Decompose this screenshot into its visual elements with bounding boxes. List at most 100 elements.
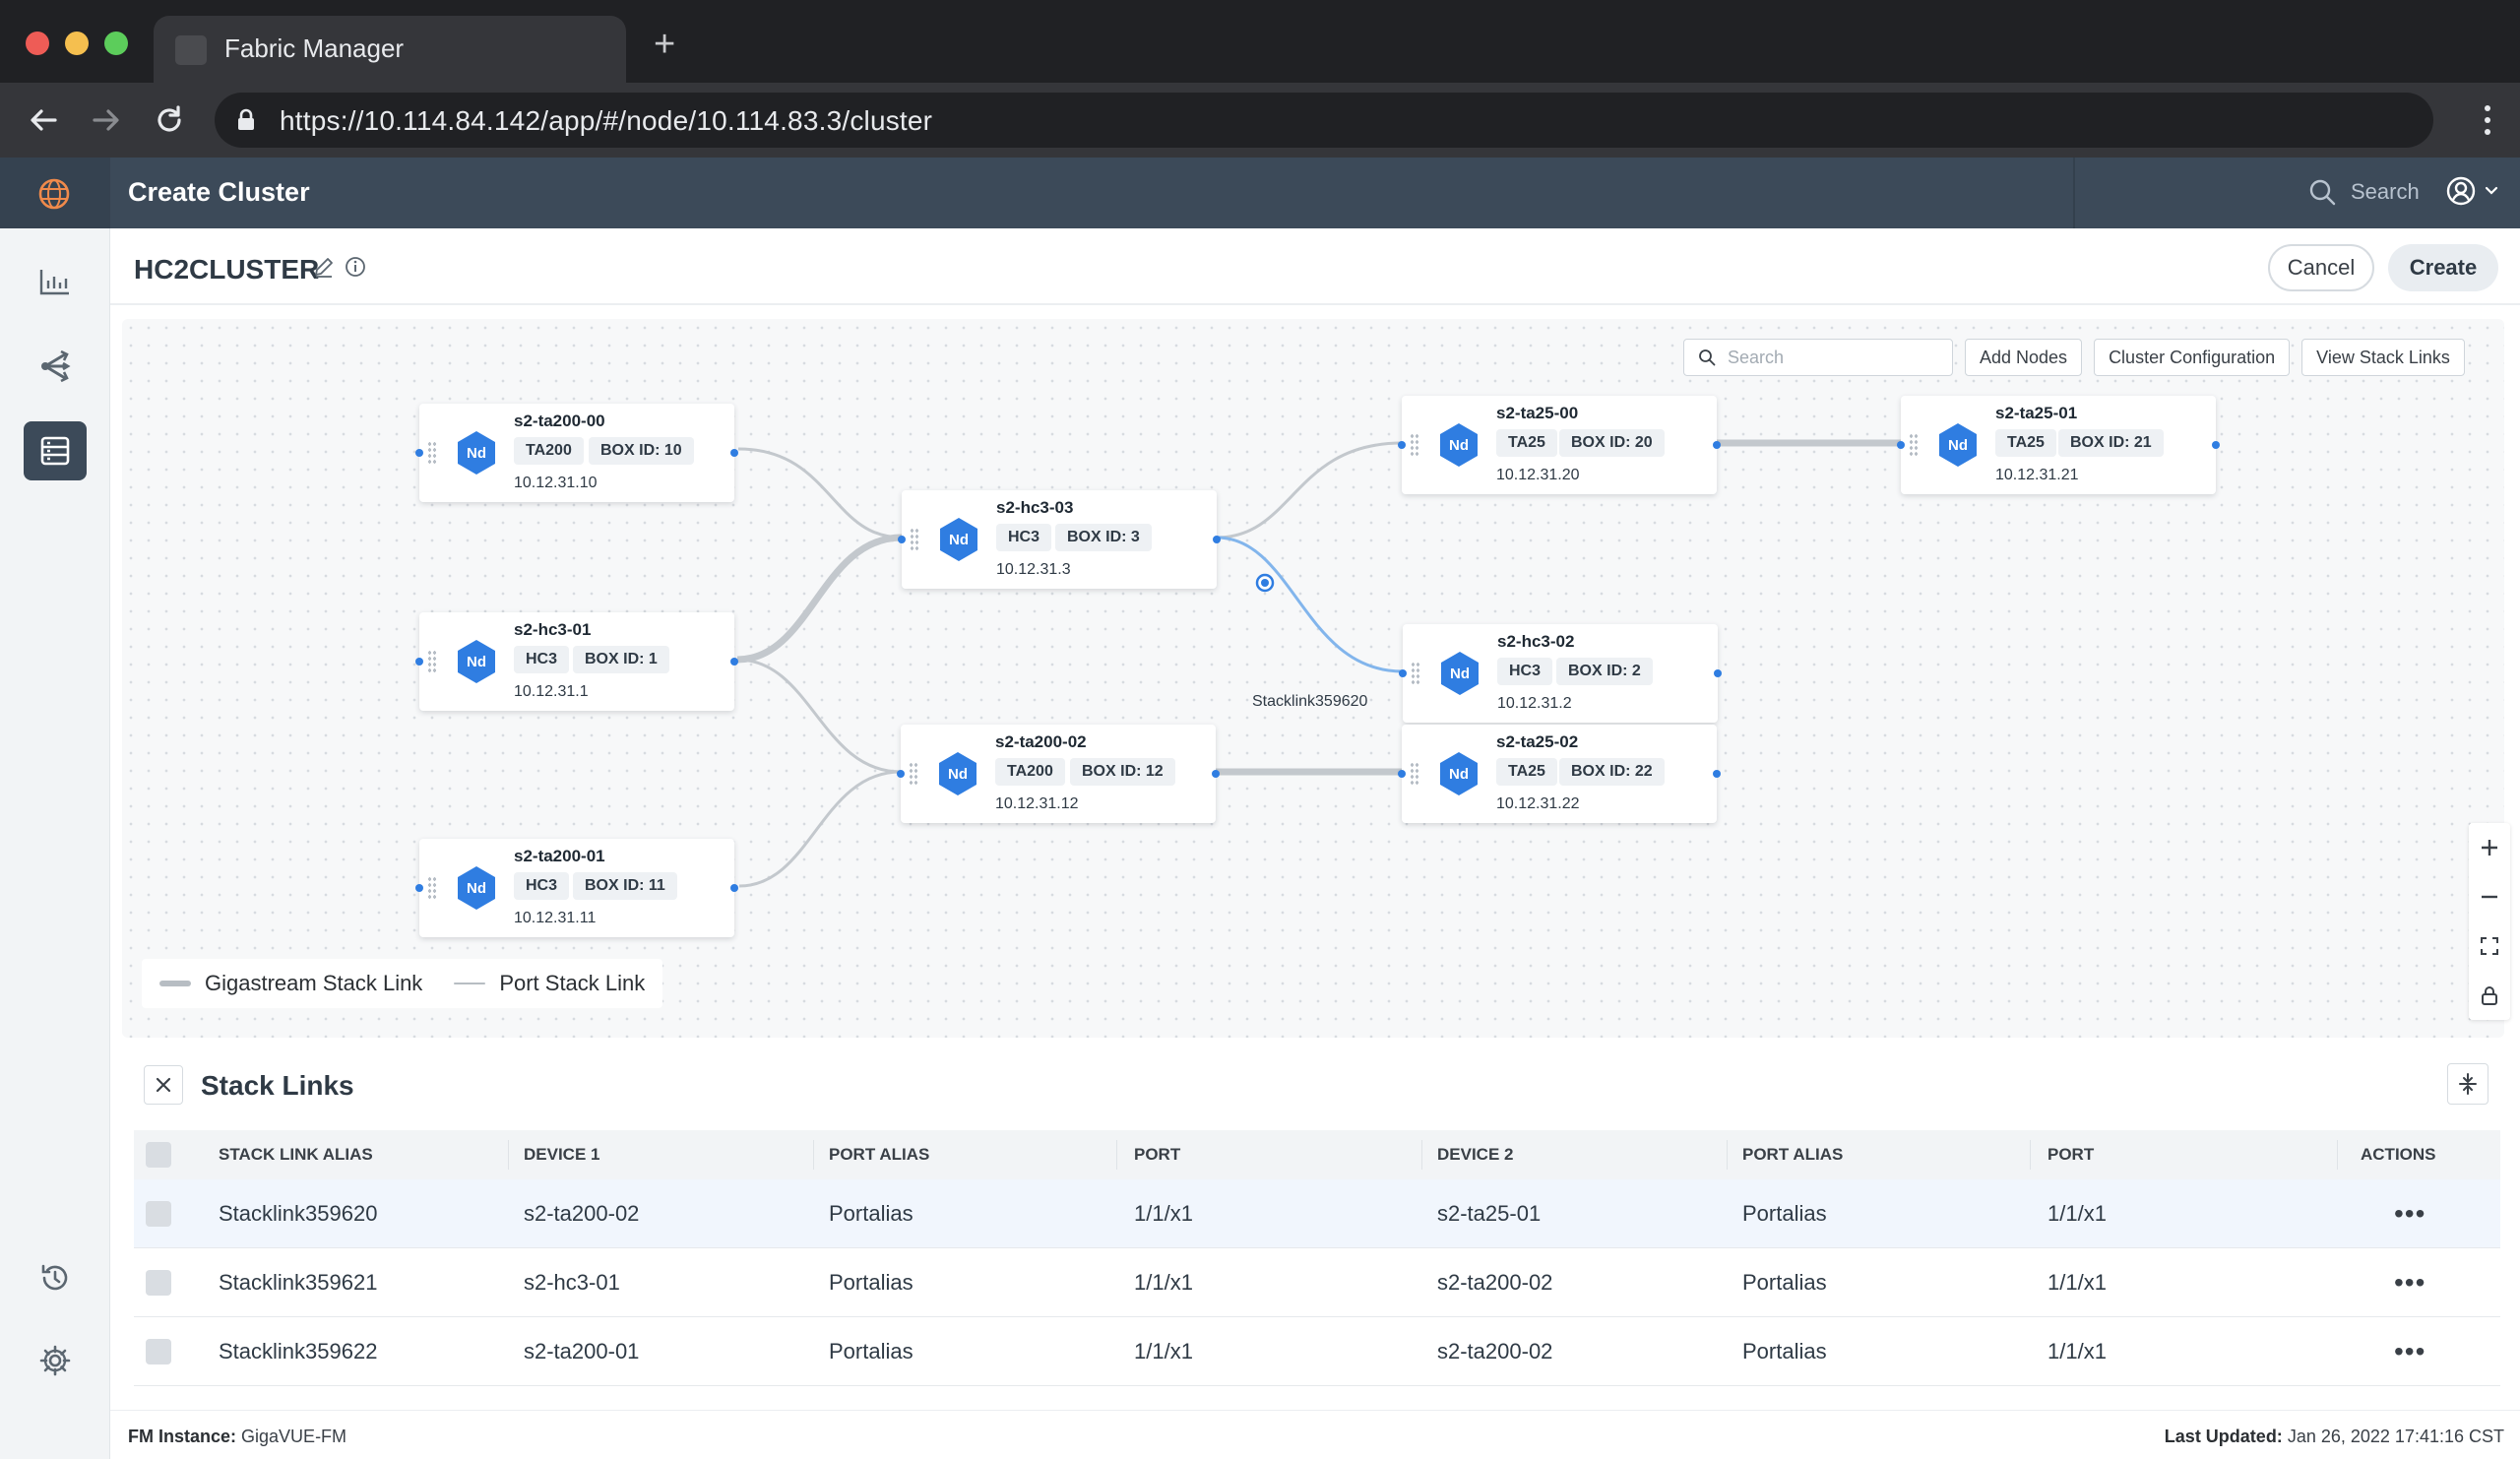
- pencil-edit-icon[interactable]: [313, 256, 335, 278]
- column-divider[interactable]: [813, 1140, 814, 1170]
- node-port-left[interactable]: [415, 449, 423, 457]
- drag-handle-icon[interactable]: [427, 650, 437, 673]
- header-search[interactable]: Search: [2307, 177, 2420, 207]
- node-port-left[interactable]: [415, 884, 423, 892]
- node-port-right[interactable]: [1713, 441, 1721, 449]
- fit-view-button[interactable]: [2469, 921, 2510, 971]
- node-search-box[interactable]: [1683, 339, 1953, 376]
- column-header[interactable]: PORT: [1134, 1130, 1180, 1179]
- sidebar-item-topology[interactable]: [24, 337, 87, 396]
- node-card[interactable]: Nd s2-ta200-02 TA200 BOX ID: 12 10.12.31…: [897, 725, 1220, 823]
- drag-handle-icon[interactable]: [910, 528, 919, 551]
- table-row[interactable]: Stacklink359621 s2-hc3-01 Portalias 1/1/…: [134, 1248, 2500, 1317]
- drag-handle-icon[interactable]: [427, 441, 437, 465]
- port-stack-link[interactable]: [1216, 441, 1403, 539]
- node-card[interactable]: Nd s2-ta25-01 TA25 BOX ID: 21 10.12.31.2…: [1897, 396, 2220, 494]
- column-divider[interactable]: [1727, 1140, 1728, 1170]
- logo-cell[interactable]: [0, 158, 110, 228]
- column-header[interactable]: PORT ALIAS: [829, 1130, 929, 1179]
- topology-canvas[interactable]: Nd s2-ta200-00 TA200 BOX ID: 10 10.12.31…: [122, 319, 2510, 1038]
- add-nodes-button[interactable]: Add Nodes: [1965, 339, 2083, 376]
- drag-handle-icon[interactable]: [1410, 762, 1419, 786]
- sidebar-item-dashboard[interactable]: [24, 252, 87, 311]
- node-card[interactable]: Nd s2-hc3-02 HC3 BOX ID: 2 10.12.31.2: [1399, 624, 1722, 723]
- node-port-left[interactable]: [898, 536, 906, 543]
- close-panel-button[interactable]: [144, 1065, 183, 1105]
- node-port-right[interactable]: [1714, 669, 1722, 677]
- url-bar[interactable]: https://10.114.84.142/app/#/node/10.114.…: [215, 93, 2433, 148]
- column-divider[interactable]: [1421, 1140, 1422, 1170]
- node-port-right[interactable]: [730, 449, 738, 457]
- window-maximize-button[interactable]: [104, 32, 128, 55]
- table-row[interactable]: Stacklink359622 s2-ta200-01 Portalias 1/…: [134, 1317, 2500, 1386]
- column-header[interactable]: STACK LINK ALIAS: [219, 1130, 373, 1179]
- back-arrow-icon[interactable]: [26, 102, 61, 138]
- window-minimize-button[interactable]: [65, 32, 89, 55]
- node-port-left[interactable]: [1398, 770, 1406, 778]
- cancel-button[interactable]: Cancel: [2268, 244, 2374, 291]
- row-actions-menu-icon[interactable]: •••: [2394, 1317, 2426, 1386]
- stack-link-label[interactable]: Stacklink359620: [1252, 693, 1367, 711]
- column-divider[interactable]: [2337, 1140, 2338, 1170]
- node-port-right[interactable]: [1212, 770, 1220, 778]
- window-close-button[interactable]: [26, 32, 49, 55]
- forward-arrow-icon[interactable]: [89, 102, 124, 138]
- user-menu[interactable]: [2445, 175, 2498, 207]
- sidebar-item-settings[interactable]: [24, 1331, 87, 1390]
- cluster-configuration-button[interactable]: Cluster Configuration: [2094, 339, 2291, 376]
- drag-handle-icon[interactable]: [427, 876, 437, 900]
- node-port-left[interactable]: [897, 770, 905, 778]
- row-actions-menu-icon[interactable]: •••: [2394, 1179, 2426, 1248]
- column-divider[interactable]: [1116, 1140, 1117, 1170]
- drag-handle-icon[interactable]: [909, 762, 918, 786]
- column-divider[interactable]: [508, 1140, 509, 1170]
- row-actions-menu-icon[interactable]: •••: [2394, 1248, 2426, 1317]
- info-icon[interactable]: [345, 256, 366, 278]
- node-card[interactable]: Nd s2-ta25-00 TA25 BOX ID: 20 10.12.31.2…: [1398, 396, 1721, 494]
- column-header[interactable]: PORT ALIAS: [1742, 1130, 1843, 1179]
- node-port-right[interactable]: [1213, 536, 1221, 543]
- column-header[interactable]: PORT: [2048, 1130, 2094, 1179]
- drag-handle-icon[interactable]: [1410, 433, 1419, 457]
- row-checkbox[interactable]: [146, 1270, 171, 1296]
- zoom-out-button[interactable]: [2469, 872, 2510, 921]
- port-stack-link[interactable]: [737, 447, 903, 539]
- select-all-checkbox[interactable]: [146, 1142, 171, 1168]
- node-port-left[interactable]: [415, 658, 423, 666]
- column-header[interactable]: DEVICE 1: [524, 1130, 599, 1179]
- expand-panel-button[interactable]: [2447, 1063, 2488, 1105]
- table-row[interactable]: Stacklink359620 s2-ta200-02 Portalias 1/…: [134, 1179, 2500, 1248]
- sidebar-item-inventory[interactable]: [24, 421, 87, 480]
- row-checkbox[interactable]: [146, 1201, 171, 1227]
- drag-handle-icon[interactable]: [1411, 662, 1420, 685]
- browser-tab[interactable]: Fabric Manager: [154, 16, 626, 83]
- new-tab-plus-icon[interactable]: +: [654, 26, 675, 63]
- view-stack-links-button[interactable]: View Stack Links: [2301, 339, 2465, 376]
- node-port-left[interactable]: [1399, 669, 1407, 677]
- node-card[interactable]: Nd s2-ta25-02 TA25 BOX ID: 22 10.12.31.2…: [1398, 725, 1721, 823]
- node-card[interactable]: Nd s2-hc3-03 HC3 BOX ID: 3 10.12.31.3: [898, 490, 1221, 589]
- reload-icon[interactable]: [152, 102, 187, 138]
- node-port-left[interactable]: [1897, 441, 1905, 449]
- node-port-right[interactable]: [730, 658, 738, 666]
- node-port-left[interactable]: [1398, 441, 1406, 449]
- node-card[interactable]: Nd s2-ta200-01 HC3 BOX ID: 11 10.12.31.1…: [415, 839, 738, 937]
- sidebar-item-history[interactable]: [24, 1248, 87, 1307]
- column-header[interactable]: DEVICE 2: [1437, 1130, 1513, 1179]
- port-stack-link[interactable]: [738, 770, 902, 888]
- drag-handle-icon[interactable]: [1909, 433, 1919, 457]
- create-button[interactable]: Create: [2388, 244, 2498, 291]
- column-divider[interactable]: [2030, 1140, 2031, 1170]
- node-search-input[interactable]: [1728, 347, 1944, 368]
- zoom-in-button[interactable]: [2469, 823, 2510, 872]
- port-stack-link[interactable]: [736, 658, 902, 774]
- row-checkbox[interactable]: [146, 1339, 171, 1364]
- selected-stack-link[interactable]: [1216, 536, 1404, 673]
- node-port-right[interactable]: [1713, 770, 1721, 778]
- node-port-right[interactable]: [730, 884, 738, 892]
- node-port-right[interactable]: [2212, 441, 2220, 449]
- lock-canvas-button[interactable]: [2469, 971, 2510, 1020]
- browser-menu-icon[interactable]: [2483, 104, 2492, 136]
- node-card[interactable]: Nd s2-ta200-00 TA200 BOX ID: 10 10.12.31…: [415, 404, 738, 502]
- node-card[interactable]: Nd s2-hc3-01 HC3 BOX ID: 1 10.12.31.1: [415, 612, 738, 711]
